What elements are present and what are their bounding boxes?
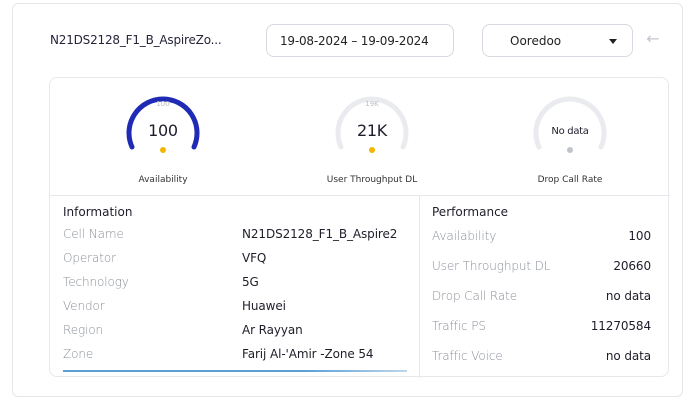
gauge-label: Drop Call Rate — [537, 175, 603, 185]
perf-value-availability: 100 — [628, 229, 651, 243]
performance-section: Performance Availability 100 User Throug… — [420, 196, 670, 378]
perf-label-availability: Availability — [432, 229, 497, 243]
info-value-region: Ar Rayyan — [242, 323, 303, 337]
perf-label-drop-call-rate: Drop Call Rate — [432, 289, 518, 303]
kpi-panel: 100 100 Availability 19K 21K User Throug… — [49, 77, 670, 378]
performance-title: Performance — [432, 205, 509, 219]
gauge-value: 100 — [148, 121, 178, 140]
info-value-zone: Farij Al-'Amir -Zone 54 — [242, 347, 374, 361]
horizontal-scrollbar[interactable] — [63, 370, 407, 372]
gauge-drop-call-arc — [533, 96, 607, 150]
information-title: Information — [63, 205, 133, 219]
info-value-cell-name: N21DS2128_F1_B_Aspire2 — [242, 227, 398, 241]
gauge-value: No data — [551, 126, 589, 137]
cell-name-title: N21DS2128_F1_B_AspireZo... — [50, 33, 222, 47]
perf-value-drop-call-rate: no data — [605, 289, 651, 303]
gauge-drop-call-rate: No data Drop Call Rate — [480, 78, 660, 196]
perf-label-traffic-ps: Traffic PS — [432, 319, 486, 333]
toolbar: N21DS2128_F1_B_AspireZo... 19-08-2024 – … — [13, 4, 684, 74]
status-dot — [369, 147, 375, 153]
gauge-user-throughput-dl: 19K 21K User Throughput DL — [282, 78, 462, 196]
perf-value-traffic-ps: 11270584 — [590, 319, 651, 333]
caret-down-icon — [609, 39, 617, 44]
date-range-picker[interactable]: 19-08-2024 – 19-09-2024 — [266, 24, 454, 57]
info-value-vendor: Huawei — [242, 299, 286, 313]
operator-select[interactable]: Ooredoo — [482, 24, 633, 57]
status-dot — [567, 147, 573, 153]
info-label-vendor: Vendor — [63, 299, 105, 313]
info-label-operator: Operator — [63, 251, 116, 265]
status-dot — [160, 147, 166, 153]
info-label-cell-name: Cell Name — [63, 227, 124, 241]
perf-value-user-throughput-dl: 20660 — [613, 259, 651, 273]
perf-value-traffic-voice: no data — [605, 349, 651, 363]
info-value-technology: 5G — [242, 275, 259, 289]
gauge-availability: 100 100 Availability — [73, 78, 253, 196]
information-section: Information Cell Name N21DS2128_F1_B_Asp… — [50, 196, 420, 378]
gauge-value: 21K — [357, 121, 387, 140]
perf-label-user-throughput-dl: User Throughput DL — [432, 259, 551, 273]
arrow-left-icon[interactable]: ← — [644, 30, 662, 48]
cell-details-card: N21DS2128_F1_B_AspireZo... 19-08-2024 – … — [12, 3, 683, 397]
gauge-label: Availability — [138, 175, 188, 185]
gauge-max: 19K — [365, 100, 379, 108]
gauge-label: User Throughput DL — [326, 175, 418, 185]
info-label-region: Region — [63, 323, 104, 337]
gauge-row: 100 100 Availability 19K 21K User Throug… — [50, 78, 670, 196]
info-label-zone: Zone — [63, 347, 94, 361]
perf-label-traffic-voice: Traffic Voice — [432, 349, 503, 363]
info-value-operator: VFQ — [242, 251, 267, 265]
operator-select-value: Ooredoo — [510, 33, 562, 48]
info-label-technology: Technology — [63, 275, 129, 289]
gauge-max: 100 — [156, 100, 170, 108]
